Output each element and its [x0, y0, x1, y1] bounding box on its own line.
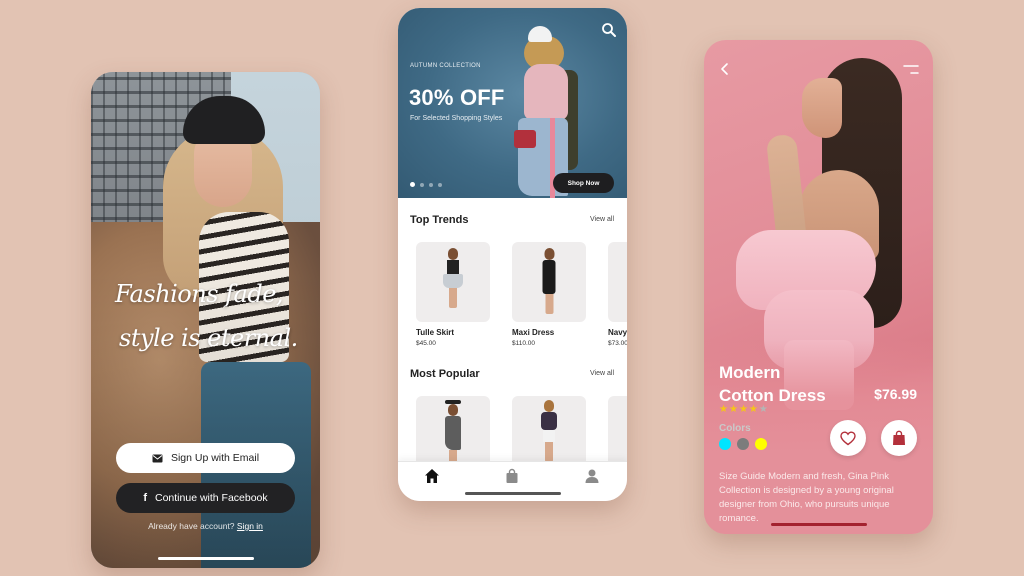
color-swatch[interactable]: [737, 438, 749, 450]
quote-line-1: Fashions fade,: [115, 280, 284, 308]
color-swatches: [719, 438, 767, 450]
product-card[interactable]: Tulle Skirt $45.00: [416, 242, 490, 347]
banner-headline: 30% OFF: [409, 85, 505, 110]
product-image: [608, 242, 627, 322]
star-filled-icon: ★: [719, 404, 728, 415]
continue-facebook-label: Continue with Facebook: [155, 492, 268, 504]
envelope-icon: [152, 454, 163, 462]
shop-phone-screen: AUTUMN COLLECTION 30% OFF For Selected S…: [398, 8, 627, 501]
search-icon[interactable]: [601, 22, 617, 38]
continue-facebook-button[interactable]: f Continue with Facebook: [116, 483, 295, 513]
figure-skirt: [543, 430, 555, 442]
model-figure: [445, 400, 461, 470]
product-name: Tulle Skirt: [416, 328, 455, 337]
banner-subtitle: For Selected Shopping Styles: [410, 115, 503, 122]
figure-dress: [542, 260, 556, 294]
shopping-bag-icon[interactable]: [504, 468, 520, 484]
color-swatch[interactable]: [719, 438, 731, 450]
model-figure: [541, 400, 557, 462]
most-popular-title: Most Popular: [410, 368, 480, 380]
banner-kicker: AUTUMN COLLECTION: [410, 63, 481, 69]
figure-jacket: [541, 412, 557, 430]
figure-head: [544, 400, 554, 412]
signup-phone-screen: Fashions fade, style is eternal. Sign Up…: [91, 72, 320, 568]
color-swatch[interactable]: [755, 438, 767, 450]
figure-head: [448, 248, 458, 260]
carousel-dot[interactable]: [410, 182, 415, 187]
product-image: [512, 242, 586, 322]
product-detail-phone-screen: Modern Cotton Dress $76.99 ★ ★ ★ ★ ★ Colors …: [704, 40, 933, 534]
home-icon[interactable]: [424, 468, 440, 484]
figure-legs: [545, 294, 553, 314]
product-image: [416, 242, 490, 322]
product-title: Modern Cotton Dress: [719, 361, 826, 407]
carousel-dot[interactable]: [429, 182, 433, 187]
star-empty-icon: ★: [758, 404, 768, 415]
home-indicator[interactable]: [464, 492, 561, 495]
tagline-quote: Fashions fade, style is eternal.: [115, 272, 305, 360]
product-price: $73.00: [608, 340, 627, 347]
product-price: $110.00: [512, 340, 536, 347]
product-description: Size Guide Modern and fresh, Gina Pink C…: [719, 471, 894, 524]
carousel-dots: [410, 182, 442, 187]
signin-prompt-row: Already have account? Sign in: [91, 521, 320, 531]
sign-in-link[interactable]: Sign in: [237, 521, 263, 531]
back-arrow-icon[interactable]: [718, 62, 732, 76]
quote-line-2: style is eternal.: [119, 324, 298, 352]
carousel-dot[interactable]: [438, 182, 442, 187]
star-filled-icon: ★: [738, 404, 748, 415]
model-figure: [443, 248, 463, 308]
figure-head: [448, 404, 458, 416]
star-rating: ★ ★ ★ ★ ★: [719, 405, 768, 415]
colors-label: Colors: [719, 423, 751, 434]
user-icon[interactable]: [584, 468, 600, 484]
product-price: $76.99: [874, 386, 917, 402]
product-price: $45.00: [416, 340, 436, 347]
figure-dress: [445, 416, 461, 450]
model-handbag: [514, 130, 536, 148]
menu-icon[interactable]: [903, 64, 919, 76]
figure-legs: [449, 288, 457, 308]
model-figure: [542, 248, 556, 314]
shop-now-button[interactable]: Shop Now: [553, 173, 614, 193]
home-indicator[interactable]: [770, 523, 867, 526]
heart-icon: [840, 430, 856, 445]
signin-prompt-text: Already have account?: [148, 521, 235, 531]
shopping-bag-icon: [893, 430, 905, 445]
star-filled-icon: ★: [748, 404, 758, 415]
add-to-bag-button[interactable]: [881, 420, 917, 456]
star-filled-icon: ★: [728, 404, 738, 415]
carousel-dot[interactable]: [420, 182, 424, 187]
product-name: Navy: [608, 328, 627, 337]
bottom-navigation: [398, 461, 627, 501]
top-trends-title: Top Trends: [410, 214, 469, 226]
promo-banner[interactable]: AUTUMN COLLECTION 30% OFF For Selected S…: [398, 8, 627, 198]
sign-up-email-label: Sign Up with Email: [170, 452, 260, 464]
product-name: Maxi Dress: [512, 328, 555, 337]
most-popular-view-all-link[interactable]: View all: [590, 370, 614, 377]
top-trends-view-all-link[interactable]: View all: [590, 216, 614, 223]
product-card[interactable]: Navy $73.00: [608, 242, 627, 347]
home-indicator[interactable]: [157, 557, 254, 560]
sign-up-email-button[interactable]: Sign Up with Email: [116, 443, 295, 473]
figure-legs: [545, 442, 553, 462]
facebook-icon: f: [143, 492, 147, 504]
model-cap: [528, 26, 552, 42]
product-card[interactable]: Maxi Dress $110.00: [512, 242, 586, 347]
model-face: [802, 78, 842, 138]
figure-top: [447, 260, 459, 274]
model-top: [524, 64, 568, 120]
product-title-line-1: Modern: [719, 363, 781, 382]
figure-head: [544, 248, 554, 260]
favorite-button[interactable]: [830, 420, 866, 456]
figure-skirt: [443, 274, 463, 288]
